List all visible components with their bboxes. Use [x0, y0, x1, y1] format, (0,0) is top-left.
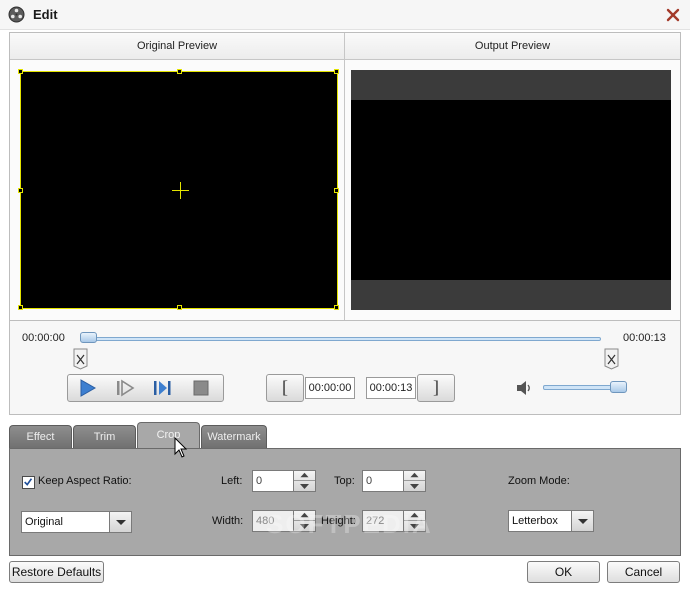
crop-handle-top-right[interactable]	[334, 69, 339, 74]
set-end-button[interactable]: ]	[417, 374, 455, 402]
trim-start-time-field[interactable]: 00:00:00	[305, 377, 355, 399]
spin-up-icon[interactable]	[294, 471, 315, 481]
spin-down-icon[interactable]	[294, 521, 315, 531]
film-reel-icon	[8, 6, 25, 23]
duration-label: 00:00:13	[623, 332, 666, 344]
chevron-down-icon	[116, 520, 126, 525]
checkmark-icon	[24, 478, 33, 486]
crop-handle-bottom-right[interactable]	[334, 305, 339, 310]
window-title: Edit	[33, 7, 58, 22]
top-input[interactable]: 0	[362, 470, 404, 492]
left-spin-buttons	[293, 470, 316, 492]
spin-down-icon[interactable]	[404, 481, 425, 491]
trim-start-marker-icon[interactable]	[73, 348, 88, 370]
title-bar: Edit	[0, 0, 690, 30]
spin-down-icon[interactable]	[404, 521, 425, 531]
crop-handle-left[interactable]	[18, 188, 23, 193]
height-input[interactable]: 272	[362, 510, 404, 532]
width-spinbox: 480	[252, 510, 316, 532]
spin-down-icon[interactable]	[294, 481, 315, 491]
keep-aspect-ratio-checkbox[interactable]	[22, 476, 35, 489]
ok-button[interactable]: OK	[527, 561, 600, 583]
chevron-down-icon	[578, 519, 588, 524]
width-input[interactable]: 480	[252, 510, 294, 532]
trim-end-time-field[interactable]: 00:00:13	[366, 377, 416, 399]
height-label: Height:	[321, 515, 356, 527]
set-start-button[interactable]: [	[266, 374, 304, 402]
left-input[interactable]: 0	[252, 470, 294, 492]
zoom-mode-value: Letterbox	[512, 515, 558, 527]
stop-icon[interactable]	[190, 378, 212, 398]
original-preview-header: Original Preview	[10, 33, 344, 60]
height-spin-buttons	[403, 510, 426, 532]
zoom-mode-dropdown-button[interactable]	[571, 511, 593, 531]
spin-up-icon[interactable]	[404, 511, 425, 521]
crosshair-icon	[172, 182, 189, 199]
tab-crop[interactable]: Crop	[137, 422, 200, 449]
preview-panel: Original Preview Output Preview	[9, 32, 681, 321]
speaker-icon[interactable]	[515, 379, 533, 397]
close-icon[interactable]	[662, 4, 684, 26]
play-icon[interactable]	[76, 378, 98, 398]
playback-controls	[67, 374, 224, 402]
crop-handle-bottom-left[interactable]	[18, 305, 23, 310]
top-label: Top:	[334, 475, 355, 487]
spin-up-icon[interactable]	[404, 471, 425, 481]
width-label: Width:	[212, 515, 244, 527]
cancel-button[interactable]: Cancel	[607, 561, 680, 583]
timeline-panel: 00:00:00 00:00:13 [ 00:00:00 00:00:13 ]	[9, 321, 681, 415]
aspect-ratio-dropdown-button[interactable]	[109, 512, 131, 532]
height-spinbox: 272	[362, 510, 426, 532]
tab-effect[interactable]: Effect	[9, 425, 72, 449]
next-frame-icon[interactable]	[152, 378, 174, 398]
left-spinbox: 0	[252, 470, 316, 492]
trim-end-marker-icon[interactable]	[604, 348, 619, 370]
crop-handle-top[interactable]	[177, 69, 182, 74]
pane-divider	[344, 33, 345, 320]
crop-handle-right[interactable]	[334, 188, 339, 193]
tab-trim[interactable]: Trim	[73, 425, 136, 449]
aspect-ratio-value: Original	[25, 516, 63, 528]
crop-handle-bottom[interactable]	[177, 305, 182, 310]
crop-handle-top-left[interactable]	[18, 69, 23, 74]
keep-aspect-ratio-label: Keep Aspect Ratio:	[38, 475, 132, 487]
original-video-canvas[interactable]	[18, 69, 339, 310]
output-preview-header: Output Preview	[345, 33, 680, 60]
volume-slider-thumb[interactable]	[610, 381, 627, 393]
top-spin-buttons	[403, 470, 426, 492]
zoom-mode-label: Zoom Mode:	[508, 475, 570, 487]
crop-settings-panel: Keep Aspect Ratio: Original Left: 0 Top:…	[9, 448, 681, 556]
zoom-mode-select[interactable]: Letterbox	[508, 510, 594, 532]
current-time-label: 00:00:00	[22, 332, 65, 344]
output-video-canvas	[351, 70, 671, 310]
left-label: Left:	[221, 475, 243, 487]
seek-slider-track[interactable]	[89, 337, 601, 341]
width-spin-buttons	[293, 510, 316, 532]
aspect-ratio-select[interactable]: Original	[21, 511, 132, 533]
restore-defaults-button[interactable]: Restore Defaults	[9, 561, 104, 583]
output-video-frame	[351, 100, 671, 280]
seek-slider-thumb[interactable]	[80, 332, 97, 343]
top-spinbox: 0	[362, 470, 426, 492]
step-forward-icon[interactable]	[114, 378, 136, 398]
spin-up-icon[interactable]	[294, 511, 315, 521]
tab-watermark[interactable]: Watermark	[201, 425, 267, 449]
